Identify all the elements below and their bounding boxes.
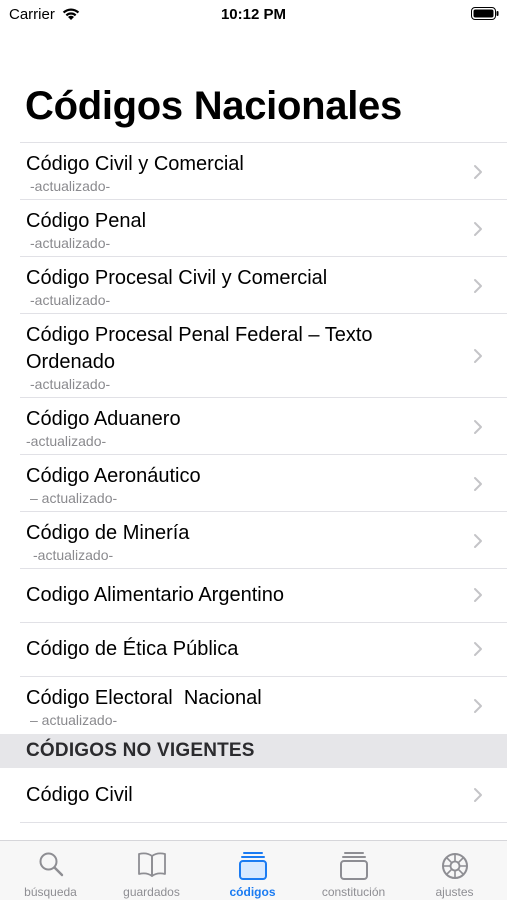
chevron-right-icon (474, 534, 482, 548)
tab-label: constitución (321, 885, 386, 899)
tab-ajustes[interactable]: ajustes (404, 841, 505, 900)
battery-icon (471, 7, 499, 20)
tab-guardados[interactable]: guardados (101, 841, 202, 900)
tab-constitucion[interactable]: constitución (303, 841, 404, 900)
chevron-right-icon (474, 420, 482, 434)
status-time: 10:12 PM (220, 6, 287, 23)
tab-bar: búsqueda guardados códigos constitución (0, 840, 507, 900)
chevron-right-icon (474, 165, 482, 179)
item-subtitle: -actualizado- (26, 433, 107, 449)
item-subtitle: -actualizado- (30, 376, 111, 392)
chevron-right-icon (474, 642, 482, 656)
item-title: Código Aeronáutico (26, 465, 201, 487)
chevron-right-icon (474, 588, 482, 602)
item-subtitle: -actualizado- (33, 547, 114, 563)
item-subtitle: – actualizado- (30, 712, 118, 728)
item-title: Código Procesal Civil y Comercial (26, 267, 328, 289)
codes-list: Código Civil y Comercial -actualizado- C… (0, 142, 507, 823)
list-item-codigo-mineria[interactable]: Código de Minería -actualizado- (0, 512, 507, 568)
item-subtitle: -actualizado- (30, 292, 111, 308)
tab-label: búsqueda (24, 885, 77, 899)
item-title: Código Penal (26, 210, 147, 232)
status-bar: Carrier 10:12 PM (0, 0, 507, 30)
search-icon (39, 852, 63, 877)
section-header-label: CÓDIGOS NO VIGENTES (26, 740, 255, 761)
list-item-codigo-etica-publica[interactable]: Código de Ética Pública (0, 623, 507, 676)
tab-busqueda[interactable]: búsqueda (0, 841, 101, 900)
list-item-codigo-alimentario[interactable]: Codigo Alimentario Argentino (0, 569, 507, 622)
chevron-right-icon (474, 349, 482, 363)
list-item-codigo-penal[interactable]: Código Penal -actualizado- (0, 200, 507, 256)
chevron-right-icon (474, 477, 482, 491)
page-title: Códigos Nacionales (25, 84, 402, 128)
section-header-no-vigentes: CÓDIGOS NO VIGENTES (0, 734, 507, 768)
item-title: Código de Minería (26, 522, 190, 544)
stacked-pages-icon (238, 852, 267, 880)
divider (20, 822, 507, 823)
list-item-codigo-aduanero[interactable]: Código Aduanero -actualizado- (0, 398, 507, 454)
tab-label: códigos (229, 885, 276, 899)
chevron-right-icon (474, 279, 482, 293)
item-title: Código Procesal Penal Federal – Texto Or… (26, 324, 373, 373)
stacked-pages-icon (339, 852, 368, 880)
tab-label: ajustes (435, 885, 474, 899)
item-subtitle: -actualizado- (30, 178, 111, 194)
item-subtitle: -actualizado- (30, 235, 111, 251)
gear-icon (441, 853, 468, 879)
list-item-codigo-procesal-penal[interactable]: Código Procesal Penal Federal – Texto Or… (0, 314, 507, 397)
chevron-right-icon (474, 222, 482, 236)
item-title: Código Civil y Comercial (26, 153, 244, 175)
book-icon (137, 852, 166, 877)
chevron-right-icon (474, 699, 482, 713)
item-title: Código Civil (26, 784, 133, 806)
tab-label: guardados (123, 885, 180, 899)
item-title: Codigo Alimentario Argentino (26, 584, 284, 606)
list-item-codigo-aeronautico[interactable]: Código Aeronáutico – actualizado- (0, 455, 507, 511)
list-item-codigo-procesal-civil[interactable]: Código Procesal Civil y Comercial -actua… (0, 257, 507, 313)
list-item-codigo-civil[interactable]: Código Civil (0, 768, 507, 822)
item-title: Código Aduanero (26, 408, 181, 430)
chevron-right-icon (474, 788, 482, 802)
tab-codigos[interactable]: códigos (202, 841, 303, 900)
item-subtitle: – actualizado- (30, 490, 118, 506)
item-title: Código de Ética Pública (26, 638, 239, 660)
list-item-codigo-electoral[interactable]: Código Electoral Nacional – actualizado- (0, 677, 507, 734)
list-item-codigo-civil-comercial[interactable]: Código Civil y Comercial -actualizado- (0, 143, 507, 199)
item-title: Código Electoral Nacional (26, 687, 262, 709)
